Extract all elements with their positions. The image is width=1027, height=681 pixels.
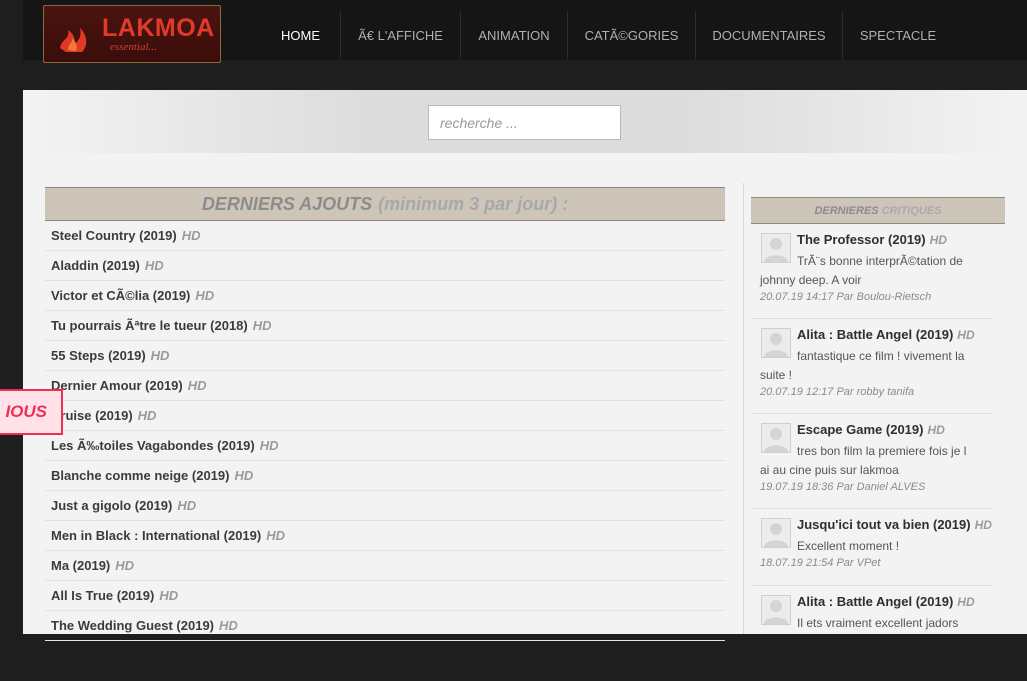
review-meta: 20.07.19 14:17 Par Boulou-Rietsch xyxy=(760,291,932,303)
movie-title[interactable]: Just a gigolo (2019) xyxy=(51,498,172,513)
movie-title[interactable]: Ma (2019) xyxy=(51,558,110,573)
hd-badge: HD xyxy=(150,348,170,363)
hd-badge: HD xyxy=(929,233,947,247)
movie-title[interactable]: Dernier Amour (2019) xyxy=(51,378,183,393)
latest-subtitle: (minimum 3 par jour) : xyxy=(378,193,569,214)
latest-title: DERNIERS AJOUTS xyxy=(201,193,373,214)
review-text: TrÃ¨s bonne interprÃ©tation de johnny de… xyxy=(760,254,963,287)
review-movie-name[interactable]: Escape Game (2019) xyxy=(797,422,923,437)
hd-badge: HD xyxy=(187,378,207,393)
review-movie-name[interactable]: Alita : Battle Angel (2019) xyxy=(797,327,953,342)
review-item: The Professor (2019) HD TrÃ¨s bonne inter… xyxy=(751,224,993,319)
movie-row[interactable]: Tu pourrais Ãªtre le tueur (2018) HD xyxy=(45,311,725,341)
hd-badge: HD xyxy=(927,423,945,437)
hd-badge: HD xyxy=(219,618,238,633)
review-movie-name[interactable]: Alita : Battle Angel (2019) xyxy=(797,594,953,609)
review-movie-title[interactable]: The Professor (2019) HD xyxy=(797,232,947,247)
movie-row[interactable]: Aladdin (2019) HD xyxy=(45,251,725,281)
movie-row[interactable]: Les Ã‰toiles Vagabondes (2019) HD xyxy=(45,431,725,461)
hd-badge: HD xyxy=(974,518,992,532)
hd-badge: HD xyxy=(144,258,164,273)
nav-a-l-affiche[interactable]: Ã€ L'AFFICHE xyxy=(341,11,461,59)
site-logo[interactable]: LAKMOA essential... xyxy=(43,5,221,63)
movie-row[interactable]: Blanche comme neige (2019) HD xyxy=(45,461,725,491)
hd-badge: HD xyxy=(137,408,157,423)
review-movie-title[interactable]: Escape Game (2019) HD xyxy=(797,422,945,437)
review-movie-title[interactable]: Alita : Battle Angel (2019) HD xyxy=(797,327,975,342)
review-meta: 19.07.19 18:36 Par Daniel ALVES xyxy=(760,481,926,493)
review-text: Il ets vraiment excellent jadors xyxy=(797,616,959,630)
movie-title[interactable]: Aladdin (2019) xyxy=(51,258,140,273)
movie-row[interactable]: The Wedding Guest (2019) HD xyxy=(45,611,725,641)
hd-badge: HD xyxy=(957,328,975,342)
reviews-title-dark: DERNIERES xyxy=(814,204,879,217)
movie-title[interactable]: Victor et CÃ©lia (2019) xyxy=(51,288,190,303)
flame-logo-icon xyxy=(60,28,87,52)
hd-badge: HD xyxy=(195,288,215,303)
nav-categories[interactable]: CATÃ©GORIES xyxy=(568,11,696,59)
movie-title[interactable]: The Wedding Guest (2019) xyxy=(51,618,214,633)
nav-animation[interactable]: ANIMATION xyxy=(461,11,568,59)
hd-badge: HD xyxy=(957,595,975,609)
review-movie-name[interactable]: Jusqu'ici tout va bien (2019) xyxy=(797,517,971,532)
content-panel: DERNIERS AJOUTS (minimum 3 par jour) : S… xyxy=(23,90,1027,641)
review-text: fantastique ce film ! vivement la suite … xyxy=(760,349,965,382)
movie-title[interactable]: Men in Black : International (2019) xyxy=(51,528,261,543)
review-meta: 20.07.19 12:17 Par robby tanifa xyxy=(760,386,915,398)
reviews-title-light: CRITIQUES xyxy=(881,204,942,217)
review-item: Alita : Battle Angel (2019) HD fantastiqu… xyxy=(751,319,993,414)
review-movie-title[interactable]: Jusqu'ici tout va bien (2019) HD xyxy=(797,517,992,532)
movie-title[interactable]: Cruise (2019) xyxy=(51,408,133,423)
movie-row[interactable]: Victor et CÃ©lia (2019) HD xyxy=(45,281,725,311)
reviews-header: DERNIERES CRITIQUES xyxy=(751,197,1005,224)
movie-row[interactable]: Men in Black : International (2019) HD xyxy=(45,521,725,551)
review-movie-title[interactable]: Alita : Battle Angel (2019) HD xyxy=(797,594,975,609)
movie-title[interactable]: Steel Country (2019) xyxy=(51,228,177,243)
nav-documentaires[interactable]: DOCUMENTAIRES xyxy=(696,11,843,59)
review-text: Excellent moment ! xyxy=(797,539,900,553)
movie-row[interactable]: Ma (2019) HD xyxy=(45,551,725,581)
movie-title[interactable]: Les Ã‰toiles Vagabondes (2019) xyxy=(51,438,255,453)
movie-list: Steel Country (2019) HD Aladdin (2019) HD … xyxy=(45,221,725,641)
movie-row[interactable]: Steel Country (2019) HD xyxy=(45,221,725,251)
review-item: Jusqu'ici tout va bien (2019) HD Excellen… xyxy=(751,509,993,586)
movie-row[interactable]: Just a gigolo (2019) HD xyxy=(45,491,725,521)
main-nav: HOME Ã€ L'AFFICHE ANIMATION CATÃ©GORIES … xyxy=(261,11,953,59)
movie-row[interactable]: 55 Steps (2019) HD xyxy=(45,341,725,371)
brand-tagline: essential... xyxy=(110,41,157,53)
latest-header: DERNIERS AJOUTS (minimum 3 par jour) : xyxy=(45,187,725,221)
review-movie-name[interactable]: The Professor (2019) xyxy=(797,232,926,247)
movie-title[interactable]: Blanche comme neige (2019) xyxy=(51,468,229,483)
hd-badge: HD xyxy=(159,588,179,603)
search-input[interactable] xyxy=(428,105,621,140)
movie-row[interactable]: Dernier Amour (2019) HD xyxy=(45,371,725,401)
movie-title[interactable]: 55 Steps (2019) xyxy=(51,348,146,363)
search-band xyxy=(23,90,1027,153)
nav-home[interactable]: HOME xyxy=(261,11,341,59)
column-divider xyxy=(743,183,744,634)
hd-badge: HD xyxy=(266,528,285,543)
movie-title[interactable]: All Is True (2019) xyxy=(51,588,154,603)
latest-reviews: DERNIERES CRITIQUES The Professor (2019)… xyxy=(751,197,1005,681)
hd-badge: HD xyxy=(234,468,254,483)
hd-badge: HD xyxy=(177,498,197,513)
side-ribbon-tab[interactable]: IOUS xyxy=(0,389,63,435)
movie-title[interactable]: Tu pourrais Ãªtre le tueur (2018) xyxy=(51,318,248,333)
review-text: tres bon film la premiere fois je l ai a… xyxy=(760,444,967,477)
hd-badge: HD xyxy=(259,438,279,453)
hd-badge: HD xyxy=(181,228,201,243)
movie-row[interactable]: Cruise (2019) HD xyxy=(45,401,725,431)
review-item: Escape Game (2019) HD tres bon film la pr… xyxy=(751,414,993,509)
brand-name: LAKMOA xyxy=(102,14,215,42)
hd-badge: HD xyxy=(252,318,272,333)
latest-additions: DERNIERS AJOUTS (minimum 3 par jour) : S… xyxy=(45,187,725,641)
movie-row[interactable]: All Is True (2019) HD xyxy=(45,581,725,611)
review-meta: 18.07.19 21:54 Par VPet xyxy=(760,557,881,569)
hd-badge: HD xyxy=(115,558,135,573)
nav-spectacle[interactable]: SPECTACLE xyxy=(843,11,953,59)
